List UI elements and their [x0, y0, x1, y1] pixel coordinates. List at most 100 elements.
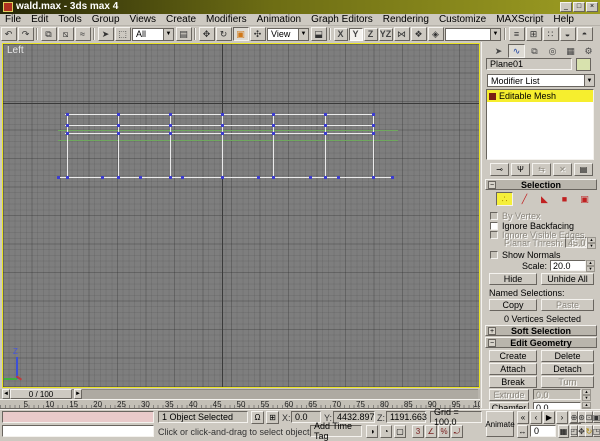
use-pivot-point-icon[interactable]: ⬓: [311, 27, 327, 41]
mesh-vertex[interactable]: [257, 176, 260, 179]
mesh-vertex[interactable]: [372, 132, 375, 135]
collapse-icon[interactable]: −: [488, 339, 496, 347]
mesh-vertex[interactable]: [309, 176, 312, 179]
menu-tools[interactable]: Tools: [53, 14, 86, 25]
mesh-vertex[interactable]: [324, 113, 327, 116]
pin-stack-icon[interactable]: ⊸: [490, 163, 509, 176]
mesh-vertex[interactable]: [169, 113, 172, 116]
minimize-button[interactable]: _: [560, 2, 572, 12]
collapse-icon[interactable]: −: [488, 181, 496, 189]
object-color-swatch[interactable]: [576, 58, 591, 71]
stack-item-editable-mesh[interactable]: Editable Mesh: [487, 90, 593, 102]
mesh-vertex[interactable]: [117, 113, 120, 116]
mesh-vertex[interactable]: [66, 113, 69, 116]
modifier-stack[interactable]: Editable Mesh: [486, 89, 594, 160]
mirror-icon[interactable]: ⋈: [394, 27, 410, 41]
snap-toggle-3d-icon[interactable]: 3: [412, 425, 424, 438]
restrict-y-button[interactable]: Y: [349, 28, 363, 41]
restore-button[interactable]: □: [573, 2, 585, 12]
edge-mode-icon[interactable]: ╱: [516, 192, 533, 206]
macro-recorder-listener[interactable]: [2, 411, 154, 423]
mesh-vertex[interactable]: [101, 176, 104, 179]
tab-utilities[interactable]: ⚙: [580, 44, 597, 58]
min-max-toggle-icon[interactable]: ◳: [593, 425, 600, 437]
mesh-vertex[interactable]: [324, 176, 327, 179]
slider-prev-icon[interactable]: ◄: [2, 389, 10, 399]
close-button[interactable]: ×: [586, 2, 598, 12]
menu-help[interactable]: Help: [548, 14, 579, 25]
rollout-edit-geometry[interactable]: − Edit Geometry: [485, 337, 597, 348]
select-and-manipulate-icon[interactable]: ✣: [250, 27, 266, 41]
zoom-extents-all-icon[interactable]: ▣: [593, 411, 600, 423]
angle-snap-icon[interactable]: ∠: [425, 425, 437, 438]
mesh-vertex[interactable]: [272, 113, 275, 116]
degradation-override-icon[interactable]: ◑: [366, 425, 378, 438]
remove-modifier-icon[interactable]: ✕: [553, 163, 572, 176]
mesh-vertex[interactable]: [372, 176, 375, 179]
menu-file[interactable]: File: [0, 14, 26, 25]
object-name-field[interactable]: Plane01: [486, 58, 572, 70]
mesh-vertex[interactable]: [272, 176, 275, 179]
rollout-soft-selection[interactable]: + Soft Selection: [485, 325, 597, 336]
mesh-vertex[interactable]: [324, 132, 327, 135]
redo-icon[interactable]: ↷: [18, 27, 34, 41]
chevron-down-icon[interactable]: ▼: [584, 75, 594, 86]
quick-render-icon[interactable]: ◓: [577, 27, 593, 41]
select-and-move-icon[interactable]: ✥: [199, 27, 215, 41]
copy-button[interactable]: Copy: [489, 299, 537, 311]
hide-button[interactable]: Hide: [489, 273, 537, 285]
tab-create[interactable]: ➤: [490, 44, 507, 58]
create-button[interactable]: Create: [489, 350, 537, 362]
coord-system-dropdown[interactable]: View▼: [267, 28, 309, 41]
tab-motion[interactable]: ◎: [544, 44, 561, 58]
mesh-vertex[interactable]: [391, 176, 394, 179]
show-normals-checkbox[interactable]: [490, 251, 498, 259]
menu-edit[interactable]: Edit: [26, 14, 53, 25]
z-coord-field[interactable]: 1191.663: [386, 411, 426, 423]
chevron-down-icon[interactable]: ▼: [163, 29, 173, 40]
mesh-vertex[interactable]: [169, 124, 172, 127]
selection-filter-dropdown[interactable]: All▼: [132, 28, 174, 41]
rollout-selection[interactable]: − Selection: [485, 179, 597, 190]
unlink-selection-icon[interactable]: ⧅: [58, 27, 74, 41]
schematic-view-icon[interactable]: ⊞: [526, 27, 542, 41]
left-viewport[interactable]: Left Z: [3, 44, 479, 387]
current-frame-field[interactable]: 0: [530, 425, 556, 437]
align-icon[interactable]: ◈: [428, 27, 444, 41]
percent-snap-icon[interactable]: %: [438, 425, 450, 438]
slider-next-icon[interactable]: ►: [74, 389, 82, 399]
select-by-name-icon[interactable]: ▤: [176, 27, 192, 41]
unhide-all-button[interactable]: Unhide All: [541, 273, 594, 285]
ignore-backfacing-checkbox[interactable]: [490, 222, 498, 230]
menu-graph-editors[interactable]: Graph Editors: [306, 14, 378, 25]
detach-button[interactable]: Detach: [541, 363, 594, 375]
mesh-vertex[interactable]: [139, 176, 142, 179]
ignore-visible-edges-checkbox[interactable]: [490, 231, 498, 239]
extrude-field[interactable]: 0.0: [533, 389, 581, 400]
scale-field[interactable]: 20.0: [550, 260, 586, 271]
tab-hierarchy[interactable]: ⧉: [526, 44, 543, 58]
chevron-down-icon[interactable]: ▼: [490, 29, 500, 40]
bind-to-space-warp-icon[interactable]: ≈: [75, 27, 91, 41]
selection-lock-icon[interactable]: Ω: [251, 411, 264, 424]
select-object-icon[interactable]: ➤: [98, 27, 114, 41]
turn-button[interactable]: Turn: [541, 376, 594, 388]
title-bar[interactable]: wald.max - 3ds max 4 _ □ ×: [0, 0, 600, 14]
crossing-mode-icon[interactable]: ▢: [394, 425, 406, 438]
mesh-vertex[interactable]: [337, 176, 340, 179]
attach-button[interactable]: Attach: [489, 363, 537, 375]
mesh-vertex[interactable]: [169, 176, 172, 179]
spinner-snap-icon[interactable]: ⤾: [451, 425, 463, 438]
show-end-result-icon[interactable]: Ψ: [511, 163, 530, 176]
mesh-vertex[interactable]: [272, 124, 275, 127]
extrude-spinner[interactable]: ▲▼: [582, 389, 591, 400]
paste-button[interactable]: Paste: [541, 299, 594, 311]
mesh-vertex[interactable]: [221, 176, 224, 179]
mesh-vertex[interactable]: [221, 124, 224, 127]
restrict-x-button[interactable]: X: [334, 28, 348, 41]
mesh-vertex[interactable]: [66, 176, 69, 179]
configure-button-sets-icon[interactable]: ▤: [574, 163, 593, 176]
mesh-vertex[interactable]: [169, 132, 172, 135]
menu-maxscript[interactable]: MAXScript: [491, 14, 548, 25]
track-mode-icon[interactable]: ◔: [380, 425, 392, 438]
